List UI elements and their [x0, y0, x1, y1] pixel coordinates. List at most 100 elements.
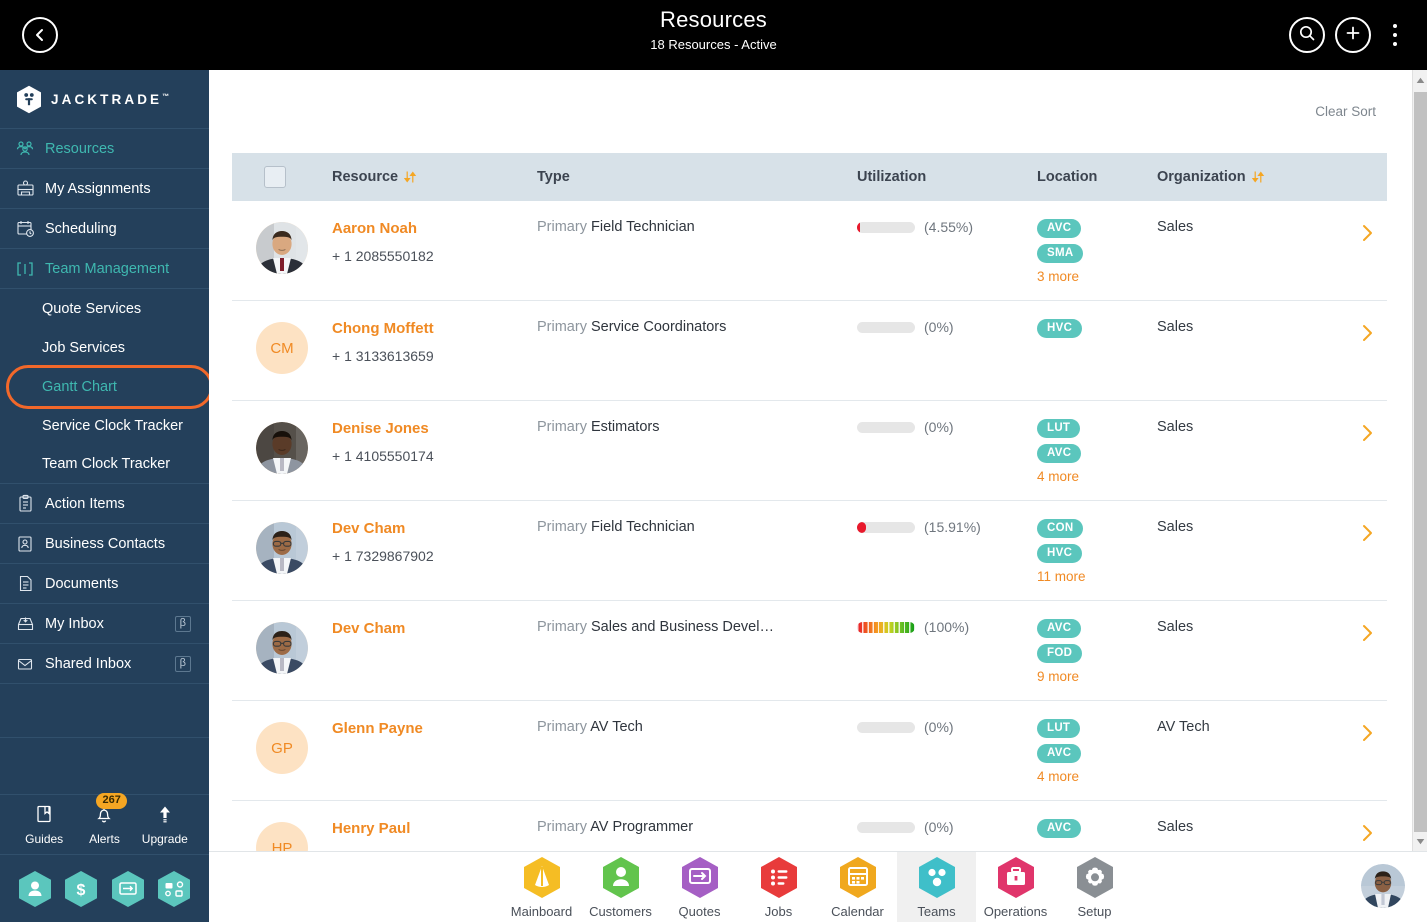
quick-action-payment[interactable]: $ — [64, 870, 98, 908]
location-tag[interactable]: AVC — [1037, 819, 1082, 838]
sidebar-item-quote-services[interactable]: Quote Services — [0, 289, 209, 328]
resource-name[interactable]: Denise Jones — [332, 419, 537, 439]
location-tag[interactable]: AVC — [1037, 219, 1082, 238]
sidebar-item-shared-inbox[interactable]: Shared Inbox β — [0, 644, 209, 684]
bottom-nav-item-quotes[interactable]: Quotes — [660, 852, 739, 922]
resource-cell: Dev Cham + 1 7329867902 — [332, 519, 537, 565]
location-tag[interactable]: HVC — [1037, 544, 1083, 563]
quick-action-workflow[interactable] — [157, 870, 191, 908]
row-detail-button[interactable] — [1347, 519, 1387, 548]
bottom-nav-item-calendar[interactable]: Calendar — [818, 852, 897, 922]
quick-action-person[interactable] — [18, 870, 52, 908]
resource-name[interactable]: Dev Cham — [332, 519, 537, 539]
add-button[interactable] — [1335, 17, 1371, 53]
resource-name[interactable]: Dev Cham — [332, 619, 537, 639]
row-detail-button[interactable] — [1347, 819, 1387, 848]
bottom-nav-item-customers[interactable]: Customers — [581, 852, 660, 922]
sidebar-item-team-clock-tracker[interactable]: Team Clock Tracker — [0, 445, 209, 484]
location-more-link[interactable]: 4 more — [1037, 769, 1157, 784]
vertical-scrollbar[interactable] — [1412, 70, 1427, 851]
location-more-link[interactable]: 4 more — [1037, 469, 1157, 484]
sort-toggle-icon[interactable] — [1251, 170, 1265, 184]
sidebar-item-my-inbox[interactable]: My Inbox β — [0, 604, 209, 644]
header-type[interactable]: Type — [537, 169, 857, 185]
utilization-percent: (4.55%) — [924, 219, 974, 235]
scrollbar-thumb[interactable] — [1414, 92, 1427, 832]
table-row[interactable]: GP Glenn Payne Primary AV Tech (0%) LUT A… — [232, 701, 1387, 801]
location-tag[interactable]: LUT — [1037, 419, 1081, 438]
sort-toggle-icon[interactable] — [403, 170, 417, 184]
resource-name[interactable]: Aaron Noah — [332, 219, 537, 239]
header-organization[interactable]: Organization — [1157, 169, 1347, 185]
location-tag[interactable]: LUT — [1037, 719, 1081, 738]
sidebar-item-action-items[interactable]: Action Items — [0, 484, 209, 524]
app-logo[interactable]: JACKTRADE™ — [0, 70, 209, 129]
location-tag[interactable]: AVC — [1037, 744, 1082, 763]
resource-name[interactable]: Henry Paul — [332, 819, 537, 839]
location-tag[interactable]: AVC — [1037, 444, 1082, 463]
type-value: AV Programmer — [590, 819, 694, 835]
organization-cell: Sales — [1157, 419, 1194, 435]
sidebar-item-resources[interactable]: Resources — [0, 129, 209, 169]
row-detail-button[interactable] — [1347, 619, 1387, 648]
quick-action-transfer[interactable] — [111, 870, 145, 908]
resource-name[interactable]: Glenn Payne — [332, 719, 537, 739]
utilization-cell: (0%) — [857, 719, 1037, 735]
avatar[interactable]: CM — [256, 322, 308, 374]
location-more-link[interactable]: 9 more — [1037, 669, 1157, 684]
table-row[interactable]: Dev Cham + 1 7329867902 Primary Field Te… — [232, 501, 1387, 601]
row-detail-button[interactable] — [1347, 319, 1387, 348]
header-utilization[interactable]: Utilization — [857, 169, 1037, 185]
chevron-right-icon — [1360, 723, 1374, 748]
search-button[interactable] — [1289, 17, 1325, 53]
header-location[interactable]: Location — [1037, 169, 1157, 185]
chevron-right-icon — [1360, 623, 1374, 648]
header-resource[interactable]: Resource — [332, 169, 537, 185]
location-tag[interactable]: AVC — [1037, 619, 1082, 638]
scroll-down-arrow-icon[interactable] — [1413, 831, 1427, 851]
table-row[interactable]: Dev Cham Primary Sales and Business Deve… — [232, 601, 1387, 701]
location-more-link[interactable]: 3 more — [1037, 269, 1157, 284]
bottom-nav-item-teams[interactable]: Teams — [897, 851, 976, 922]
bottom-nav-item-mainboard[interactable]: Mainboard — [502, 852, 581, 922]
table-row[interactable]: Aaron Noah + 1 2085550182 Primary Field … — [232, 201, 1387, 301]
scroll-up-arrow-icon[interactable] — [1413, 70, 1427, 90]
resource-name[interactable]: Chong Moffett — [332, 319, 537, 339]
sidebar-item-my-assignments[interactable]: My Assignments — [0, 169, 209, 209]
more-menu-button[interactable] — [1381, 17, 1409, 53]
row-detail-button[interactable] — [1347, 419, 1387, 448]
select-all-checkbox[interactable] — [264, 166, 286, 188]
sidebar-upgrade-button[interactable]: Upgrade — [137, 804, 193, 846]
location-tag[interactable]: HVC — [1037, 319, 1083, 338]
sidebar-item-gantt-chart[interactable]: Gantt Chart — [0, 365, 209, 409]
table-row[interactable]: Denise Jones + 1 4105550174 Primary Esti… — [232, 401, 1387, 501]
location-tag[interactable]: CON — [1037, 519, 1084, 538]
bottom-nav-item-operations[interactable]: Operations — [976, 852, 1055, 922]
row-detail-button[interactable] — [1347, 719, 1387, 748]
bottom-nav-item-setup[interactable]: Setup — [1055, 852, 1134, 922]
row-detail-button[interactable] — [1347, 219, 1387, 248]
avatar[interactable] — [256, 422, 308, 474]
avatar[interactable]: GP — [256, 722, 308, 774]
bottom-nav-item-jobs[interactable]: Jobs — [739, 852, 818, 922]
clear-sort-button[interactable]: Clear Sort — [1315, 104, 1376, 119]
sidebar-item-service-clock-tracker[interactable]: Service Clock Tracker — [0, 406, 209, 445]
utilization-bar — [857, 521, 915, 533]
sidebar-item-scheduling[interactable]: Scheduling — [0, 209, 209, 249]
location-tag[interactable]: SMA — [1037, 244, 1084, 263]
user-avatar[interactable] — [1361, 864, 1405, 908]
sidebar-guides-button[interactable]: Guides — [16, 804, 72, 846]
sidebar-item-documents[interactable]: Documents — [0, 564, 209, 604]
table-row[interactable]: CM Chong Moffett + 1 3133613659 Primary … — [232, 301, 1387, 401]
avatar[interactable] — [256, 522, 308, 574]
avatar[interactable] — [256, 622, 308, 674]
sidebar-item-business-contacts[interactable]: Business Contacts — [0, 524, 209, 564]
header-select-all[interactable] — [232, 166, 332, 188]
sidebar-item-team-management[interactable]: Team Management — [0, 249, 209, 289]
location-more-link[interactable]: 11 more — [1037, 569, 1157, 584]
sidebar-item-job-services[interactable]: Job Services — [0, 328, 209, 367]
location-tag[interactable]: FOD — [1037, 644, 1083, 663]
sidebar-alerts-button[interactable]: 267 Alerts — [76, 792, 132, 846]
sidebar-item-label: My Inbox — [45, 615, 104, 632]
avatar[interactable] — [256, 222, 308, 274]
